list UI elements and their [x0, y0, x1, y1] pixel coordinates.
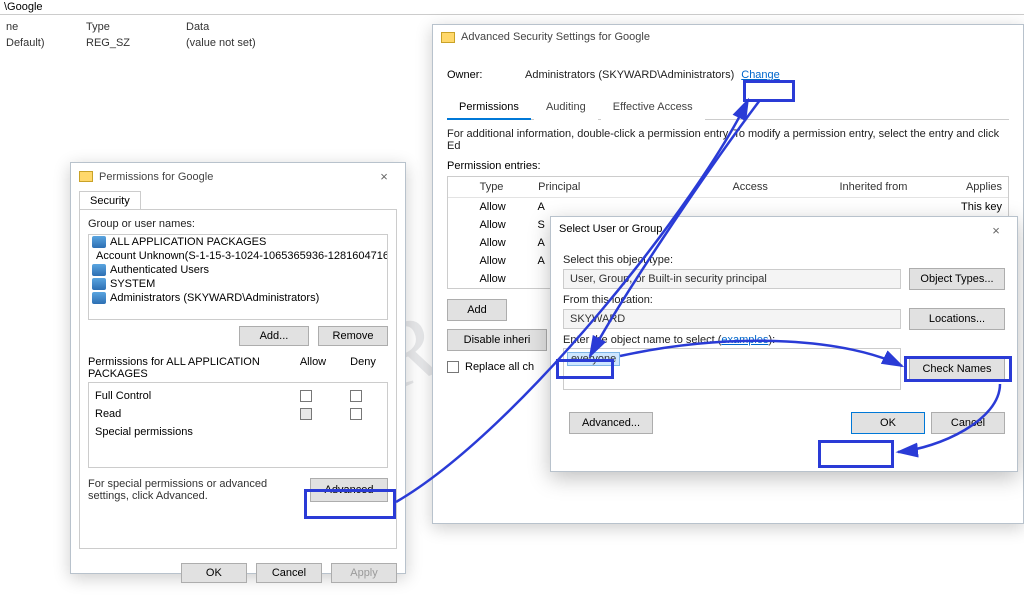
- check-names-button[interactable]: Check Names: [909, 358, 1005, 380]
- special-permissions-note: For special permissions or advanced sett…: [88, 478, 310, 502]
- allow-header: Allow: [288, 356, 338, 380]
- registry-header-name: ne: [0, 19, 80, 35]
- locations-button[interactable]: Locations...: [909, 308, 1005, 330]
- remove-button[interactable]: Remove: [318, 326, 388, 346]
- add-button[interactable]: Add...: [239, 326, 309, 346]
- list-item[interactable]: SYSTEM: [89, 277, 387, 291]
- registry-path: \Google: [0, 0, 1024, 15]
- replace-label: Replace all ch: [465, 361, 534, 373]
- close-icon[interactable]: ×: [371, 169, 397, 184]
- location-label: From this location:: [563, 294, 1005, 306]
- sel-ok-button[interactable]: OK: [851, 412, 925, 434]
- list-item-label: Administrators (SKYWARD\Administrators): [110, 292, 319, 304]
- ok-button[interactable]: OK: [181, 563, 247, 583]
- deny-header: Deny: [338, 356, 388, 380]
- registry-value-name: Default): [0, 35, 80, 51]
- perm-name: Read: [95, 408, 281, 420]
- permissions-dialog: Permissions for Google × Security Group …: [70, 162, 406, 574]
- allow-checkbox[interactable]: [300, 390, 312, 402]
- permissions-dialog-title: Permissions for Google: [99, 171, 371, 183]
- entered-object-name: everyone: [567, 352, 620, 366]
- registry-row[interactable]: Default) REG_SZ (value not set): [0, 35, 430, 51]
- list-item-label: Authenticated Users: [110, 264, 209, 276]
- tab-auditing[interactable]: Auditing: [534, 96, 598, 120]
- select-user-title: Select User or Group: [559, 223, 983, 238]
- list-item[interactable]: Authenticated Users: [89, 263, 387, 277]
- close-icon[interactable]: ×: [983, 223, 1009, 238]
- registry-header-type: Type: [80, 19, 180, 35]
- examples-link[interactable]: examples: [721, 334, 768, 346]
- select-user-dialog: Select User or Group × Select this objec…: [550, 216, 1018, 472]
- entries-label: Permission entries:: [447, 160, 1009, 172]
- change-owner-link[interactable]: Change: [738, 69, 783, 81]
- group-user-label: Group or user names:: [88, 218, 388, 230]
- col-applies: Applies: [960, 177, 1008, 197]
- registry-value-type: REG_SZ: [80, 35, 180, 51]
- col-access: Access: [726, 177, 833, 197]
- info-text: For additional information, double-click…: [447, 128, 1009, 152]
- add-entry-button[interactable]: Add: [447, 299, 507, 321]
- group-icon: [92, 292, 106, 304]
- group-icon: [92, 278, 106, 290]
- registry-header: ne Type Data: [0, 19, 430, 35]
- registry-header-data: Data: [180, 19, 320, 35]
- deny-checkbox[interactable]: [350, 390, 362, 402]
- object-name-input[interactable]: everyone: [563, 348, 901, 390]
- deny-checkbox[interactable]: [350, 408, 362, 420]
- col-principal: Principal: [532, 177, 726, 197]
- apply-button[interactable]: Apply: [331, 563, 397, 583]
- perm-name: Full Control: [95, 390, 281, 402]
- perm-name: Special permissions: [95, 426, 281, 438]
- sel-advanced-button[interactable]: Advanced...: [569, 412, 653, 434]
- list-item[interactable]: Administrators (SKYWARD\Administrators): [89, 291, 387, 305]
- tab-security[interactable]: Security: [79, 191, 141, 210]
- group-icon: [92, 264, 106, 276]
- object-types-button[interactable]: Object Types...: [909, 268, 1005, 290]
- owner-value: Administrators (SKYWARD\Administrators): [525, 69, 734, 81]
- location-field: SKYWARD: [563, 309, 901, 329]
- group-icon: [92, 236, 106, 248]
- tab-permissions[interactable]: Permissions: [447, 96, 531, 120]
- list-item-label: Account Unknown(S-1-15-3-1024-1065365936…: [96, 250, 388, 262]
- col-inherited: Inherited from: [834, 177, 960, 197]
- object-type-field: User, Group, or Built-in security princi…: [563, 269, 901, 289]
- enter-object-label: Enter the object name to select (example…: [563, 334, 1005, 346]
- registry-panel: \Google ne Type Data Default) REG_SZ (va…: [0, 0, 430, 51]
- tab-effective-access[interactable]: Effective Access: [601, 96, 705, 120]
- list-item-label: SYSTEM: [110, 278, 155, 290]
- advanced-title: Advanced Security Settings for Google: [461, 31, 1015, 43]
- col-type: Type: [474, 177, 533, 197]
- cancel-button[interactable]: Cancel: [256, 563, 322, 583]
- disable-inheritance-button[interactable]: Disable inheri: [447, 329, 547, 351]
- permissions-for-label: Permissions for ALL APPLICATION PACKAGES: [88, 356, 288, 380]
- list-item-label: ALL APPLICATION PACKAGES: [110, 236, 266, 248]
- deny-checkbox: [350, 426, 362, 438]
- advanced-button[interactable]: Advanced: [310, 478, 388, 502]
- replace-checkbox[interactable]: [447, 361, 459, 373]
- list-item[interactable]: Account Unknown(S-1-15-3-1024-1065365936…: [89, 249, 387, 263]
- list-item[interactable]: ALL APPLICATION PACKAGES: [89, 235, 387, 249]
- folder-icon: [79, 171, 93, 182]
- folder-icon: [441, 32, 455, 43]
- permissions-grid: Full Control Read Special permissions: [88, 382, 388, 468]
- table-row[interactable]: AllowAThis key: [448, 198, 1008, 216]
- object-type-label: Select this object type:: [563, 254, 1005, 266]
- registry-value-data: (value not set): [180, 35, 320, 51]
- allow-checkbox: [300, 426, 312, 438]
- sel-cancel-button[interactable]: Cancel: [931, 412, 1005, 434]
- allow-checkbox[interactable]: [300, 408, 312, 420]
- owner-label: Owner:: [447, 69, 525, 81]
- user-listbox[interactable]: ALL APPLICATION PACKAGES Account Unknown…: [88, 234, 388, 320]
